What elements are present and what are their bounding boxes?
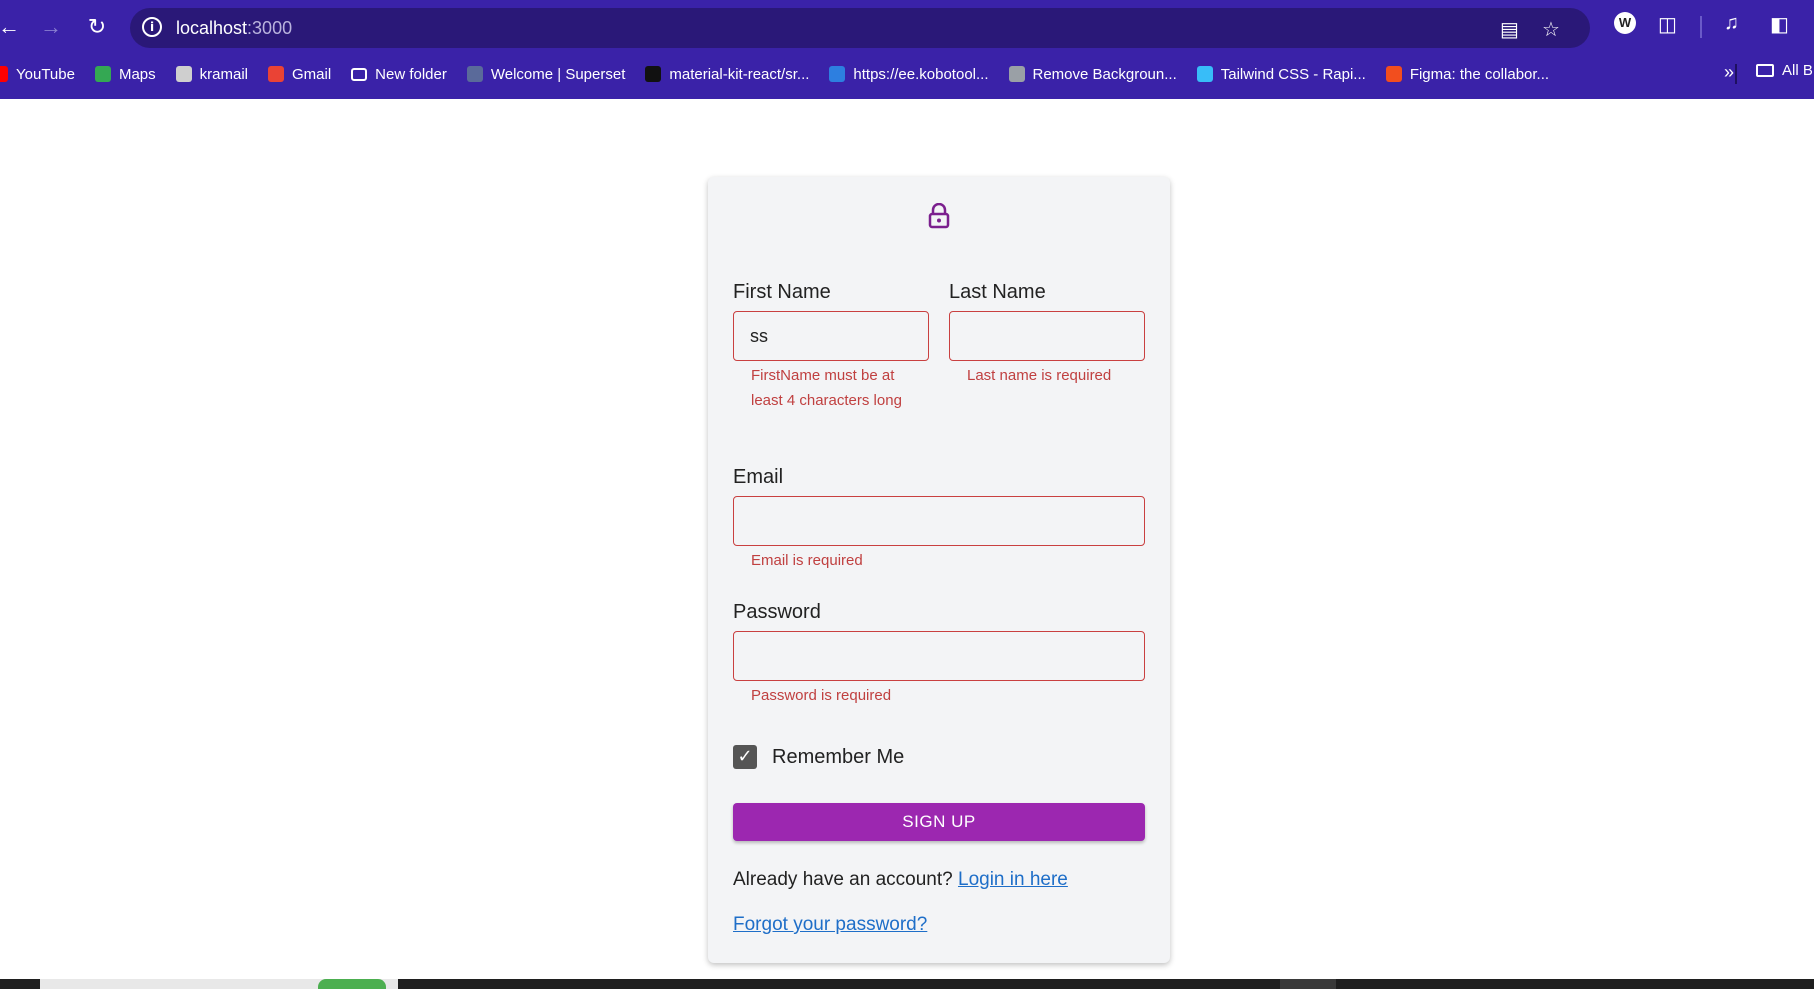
bookmark-item[interactable]: Welcome | Superset	[466, 65, 626, 83]
sign-up-button[interactable]: SIGN UP	[733, 803, 1145, 841]
taskbar-preview-image	[318, 979, 386, 989]
toolbar-separator	[1700, 16, 1702, 38]
bookmark-label: New folder	[375, 65, 447, 83]
last-name-input[interactable]	[949, 311, 1145, 361]
url-text[interactable]: localhost:3000	[176, 18, 292, 39]
bookmark-label: material-kit-react/sr...	[669, 65, 810, 83]
bookmark-label: Welcome | Superset	[490, 65, 626, 83]
password-error: Password is required	[751, 687, 892, 704]
forward-icon[interactable]: →	[34, 10, 68, 44]
password-input[interactable]	[733, 631, 1145, 681]
bookmark-label: Maps	[118, 65, 156, 83]
first-name-error: FirstName must be at least 4 characters …	[751, 367, 902, 409]
login-prompt: Already have an account? Login in here	[733, 869, 1068, 891]
bookmark-label: https://ee.kobotool...	[853, 65, 989, 83]
bookmark-item[interactable]: YouTube	[0, 66, 75, 83]
first-name-input[interactable]	[733, 311, 929, 361]
bookmark-favicon-icon	[1196, 66, 1213, 82]
browser-toolbar: ← → ↻ i localhost:3000 ▤ ☆ W ◫ ♫ ◧ YouTu…	[0, 0, 1814, 99]
profile-extension-icon[interactable]: W	[1614, 12, 1636, 34]
bookmark-label: Remove Backgroun...	[1032, 65, 1177, 83]
bookmark-favicon-icon	[0, 66, 8, 82]
bookmarks-separator	[1735, 64, 1737, 84]
bookmark-favicon-icon	[829, 66, 846, 82]
address-bar[interactable]: i localhost:3000 ▤ ☆	[130, 8, 1590, 48]
bookmark-item[interactable]: material-kit-react/sr...	[645, 66, 809, 83]
bookmark-label: Figma: the collabor...	[1409, 65, 1550, 83]
media-control-icon[interactable]: ♫	[1724, 12, 1739, 35]
bookmark-item[interactable]: Maps	[94, 65, 156, 83]
folder-icon	[1756, 64, 1774, 77]
remember-me-label[interactable]: Remember Me	[772, 746, 904, 769]
bookmark-item[interactable]: Gmail	[267, 65, 332, 83]
taskbar-active-app[interactable]	[1280, 979, 1336, 989]
site-info-icon[interactable]: i	[142, 17, 162, 37]
reload-icon[interactable]: ↻	[80, 10, 114, 44]
remember-me-checkbox[interactable]: ✓	[733, 745, 757, 769]
bookmark-item[interactable]: Tailwind CSS - Rapi...	[1196, 65, 1366, 83]
bookmark-favicon-icon	[94, 66, 111, 82]
bookmark-item[interactable]: https://ee.kobotool...	[829, 65, 989, 83]
bookmark-favicon-icon	[175, 66, 192, 82]
bookmark-favicon-icon	[466, 66, 483, 82]
install-app-icon[interactable]: ▤	[1500, 17, 1519, 42]
email-error: Email is required	[751, 552, 863, 569]
last-name-error: Last name is required	[967, 367, 1112, 384]
bookmark-label: Gmail	[291, 65, 332, 83]
back-icon[interactable]: ←	[0, 10, 26, 44]
bookmark-star-icon[interactable]: ☆	[1542, 17, 1560, 42]
bookmark-label: YouTube	[16, 65, 75, 83]
folder-icon	[351, 67, 368, 81]
bookmark-label: Tailwind CSS - Rapi...	[1220, 65, 1366, 83]
email-input[interactable]	[733, 496, 1145, 546]
bookmark-favicon-icon	[645, 66, 662, 82]
login-link[interactable]: Login in here	[958, 869, 1068, 890]
more-bookmarks-icon[interactable]: »	[1724, 62, 1734, 83]
bookmark-item[interactable]: New folder	[351, 66, 447, 83]
bookmark-favicon-icon	[1385, 66, 1402, 82]
all-bookmarks-folder[interactable]: All B	[1756, 62, 1813, 79]
signup-card: First Name FirstName must be at least 4 …	[708, 177, 1170, 963]
extensions-icon[interactable]: ◫	[1658, 12, 1677, 37]
password-label: Password	[733, 601, 821, 623]
bookmark-favicon-icon	[267, 66, 284, 82]
bookmark-favicon-icon	[1008, 66, 1025, 82]
first-name-label: First Name	[733, 281, 831, 303]
bookmark-item[interactable]: Figma: the collabor...	[1385, 65, 1550, 83]
bookmark-item[interactable]: Remove Backgroun...	[1008, 65, 1177, 83]
lock-icon	[928, 203, 950, 229]
side-panel-icon[interactable]: ◧	[1770, 12, 1789, 37]
bookmark-item[interactable]: kramail	[175, 65, 248, 83]
bookmark-label: kramail	[199, 65, 248, 83]
have-account-text: Already have an account?	[733, 869, 953, 890]
bookmarks-bar: YouTube Maps kramail Gmail New folder Welcome…	[0, 60, 1814, 88]
email-label: Email	[733, 466, 784, 488]
last-name-label: Last Name	[949, 281, 1046, 303]
forgot-password-link[interactable]: Forgot your password?	[733, 914, 927, 936]
